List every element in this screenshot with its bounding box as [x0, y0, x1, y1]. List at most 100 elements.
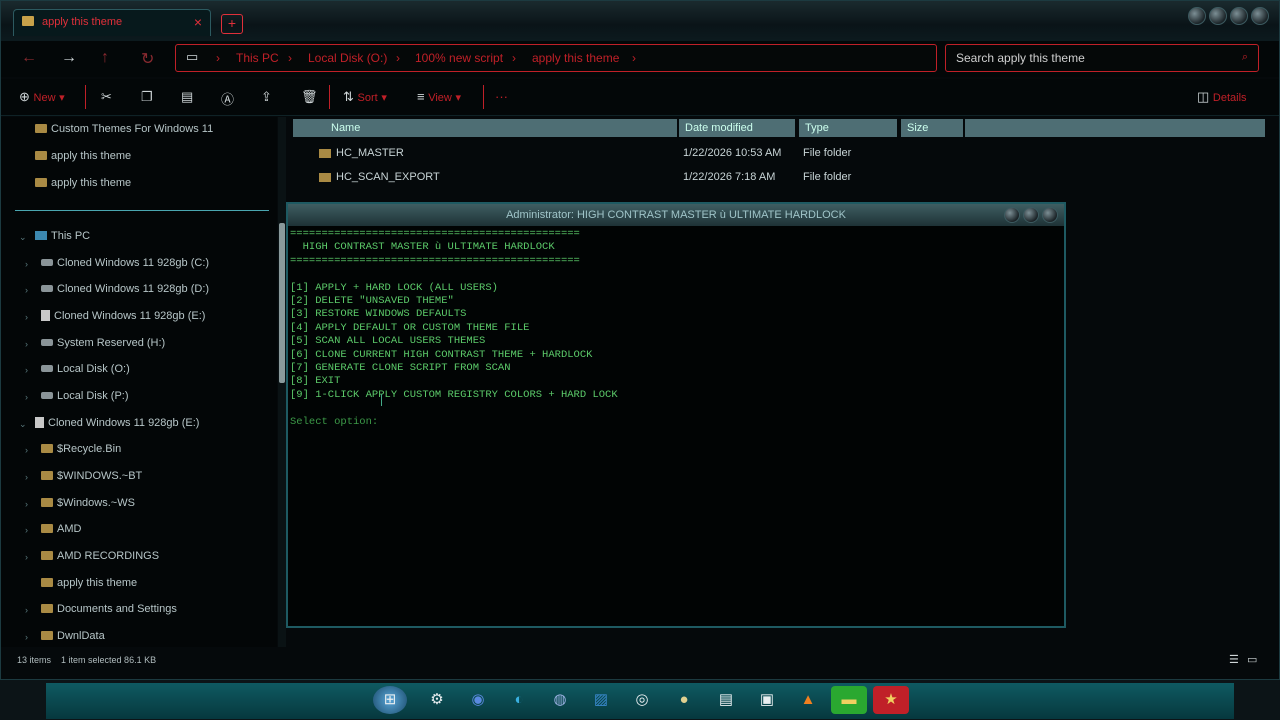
sidebar-item-folder[interactable]: $WINDOWS.~BT: [41, 470, 142, 488]
notepad-icon[interactable]: ▤: [708, 686, 744, 714]
sidebar-item-this-pc[interactable]: This PC: [35, 230, 90, 248]
back-arrow-icon[interactable]: ←: [21, 49, 37, 67]
column-header-size[interactable]: Size: [901, 119, 963, 137]
settings-icon[interactable]: ⚙: [419, 686, 455, 714]
breadcrumb-apply-this-theme[interactable]: apply this theme: [532, 51, 619, 65]
share-icon[interactable]: ⇪: [261, 89, 272, 105]
sidebar-item-drive[interactable]: Cloned Windows 11 928gb (D:): [41, 283, 209, 301]
sidebar-item-drive[interactable]: Local Disk (P:): [41, 390, 129, 408]
sidebar-item-folder[interactable]: $Windows.~WS: [41, 497, 135, 515]
explorer-icon[interactable]: ▬: [831, 686, 867, 714]
firefox-icon[interactable]: ◉: [460, 686, 496, 714]
new-tab-button[interactable]: +: [221, 14, 243, 34]
column-header-date[interactable]: Date modified: [679, 119, 795, 137]
chevron-right-icon[interactable]: ›: [25, 472, 28, 482]
sort-button[interactable]: ⇅ Sort ▾: [343, 89, 387, 105]
search-input[interactable]: Search apply this theme ⌕: [945, 44, 1259, 72]
sidebar-item-folder[interactable]: AMD: [41, 523, 81, 541]
obs-icon[interactable]: ◎: [624, 686, 660, 714]
breadcrumb-new-script[interactable]: 100% new script: [415, 51, 503, 65]
disc-icon[interactable]: ●: [666, 686, 702, 714]
sidebar-item[interactable]: apply this theme: [35, 150, 131, 168]
sidebar-item-drive[interactable]: System Reserved (H:): [41, 337, 165, 355]
minimize-button[interactable]: [1188, 7, 1206, 25]
delete-icon[interactable]: 🗑: [301, 89, 318, 105]
chevron-right-icon[interactable]: ›: [25, 525, 28, 535]
view-button[interactable]: ≡ View ▾: [417, 89, 461, 104]
sidebar-item-drive[interactable]: Cloned Windows 11 928gb (C:): [41, 257, 209, 275]
details-view-icon[interactable]: ☰: [1229, 653, 1239, 666]
sidebar-item-folder[interactable]: $Recycle.Bin: [41, 443, 121, 461]
chevron-down-icon[interactable]: ⌄: [19, 232, 27, 243]
tab-apply-this-theme[interactable]: apply this theme ×: [13, 9, 211, 36]
chevron-right-icon[interactable]: ›: [25, 552, 28, 562]
details-button[interactable]: ◫ Details: [1197, 89, 1247, 105]
sidebar-item-drive[interactable]: Cloned Windows 11 928gb (E:): [41, 310, 205, 328]
photos-icon[interactable]: ▨: [583, 686, 619, 714]
sidebar-item-folder[interactable]: DwnlData: [41, 630, 105, 648]
sidebar-item-folder[interactable]: AMD RECORDINGS: [41, 550, 159, 568]
minimize-button[interactable]: [1004, 207, 1020, 223]
chevron-right-icon[interactable]: ›: [25, 312, 28, 322]
close-button[interactable]: [1042, 207, 1058, 223]
new-button[interactable]: ⊕ New ▾: [19, 89, 65, 105]
maximize-button[interactable]: [1209, 7, 1227, 25]
chevron-right-icon[interactable]: ›: [25, 499, 28, 509]
sidebar-item[interactable]: apply this theme: [35, 177, 131, 195]
start-icon[interactable]: ⊞: [373, 686, 407, 714]
scrollbar-thumb[interactable]: [279, 223, 285, 383]
chevron-right-icon[interactable]: ›: [25, 285, 28, 295]
sidebar-item-folder[interactable]: apply this theme: [41, 577, 137, 595]
column-header-name[interactable]: Name: [293, 119, 677, 137]
column-header-type[interactable]: Type: [799, 119, 897, 137]
folder-icon: [41, 498, 53, 507]
chevron-right-icon[interactable]: ›: [25, 605, 28, 615]
chevron-right-icon[interactable]: ›: [25, 392, 28, 402]
extra-button[interactable]: [1251, 7, 1269, 25]
edge-icon[interactable]: ◐: [501, 686, 537, 714]
table-row[interactable]: HC_SCAN_EXPORT 1/22/2026 7:18 AM File fo…: [293, 167, 1265, 189]
star-icon[interactable]: ★: [873, 686, 909, 714]
paste-icon[interactable]: ▤: [181, 89, 193, 105]
close-button[interactable]: [1230, 7, 1248, 25]
sidebar-item-label: Custom Themes For Windows 11: [51, 123, 214, 135]
chat-icon[interactable]: ◍: [542, 686, 578, 714]
more-options-icon[interactable]: ···: [495, 89, 508, 104]
console-prompt[interactable]: Select option:: [290, 416, 385, 428]
column-header-filler: [965, 119, 1265, 137]
table-row[interactable]: HC_MASTER 1/22/2026 10:53 AM File folder: [293, 143, 1265, 165]
console-option: [1] APPLY + HARD LOCK (ALL USERS): [290, 281, 498, 294]
divider: [85, 85, 86, 109]
forward-arrow-icon[interactable]: →: [61, 49, 77, 67]
close-tab-icon[interactable]: ×: [194, 14, 202, 30]
console-window[interactable]: Administrator: HIGH CONTRAST MASTER ù UL…: [286, 202, 1066, 628]
console-option: [9] 1-CLICK APPLY CUSTOM REGISTRY COLORS…: [290, 388, 618, 401]
rename-icon[interactable]: Ⓐ: [221, 89, 234, 108]
tiles-view-icon[interactable]: ▭: [1247, 653, 1257, 666]
breadcrumb-local-disk[interactable]: Local Disk (O:): [308, 51, 387, 65]
chevron-right-icon[interactable]: ›: [25, 259, 28, 269]
chevron-down-icon[interactable]: ⌄: [19, 419, 27, 430]
sidebar-item-label: apply this theme: [51, 150, 132, 162]
sidebar-item[interactable]: Custom Themes For Windows 11: [35, 123, 213, 141]
app-icon[interactable]: ▣: [749, 686, 785, 714]
chevron-right-icon[interactable]: ›: [25, 339, 28, 349]
chevron-right-icon[interactable]: ›: [25, 632, 28, 642]
sidebar-item-drive-expanded[interactable]: Cloned Windows 11 928gb (E:): [35, 417, 199, 435]
chevron-right-icon[interactable]: ›: [25, 445, 28, 455]
sidebar-item-label: Cloned Windows 11 928gb (E:): [48, 417, 200, 429]
copy-icon[interactable]: ❐: [141, 89, 153, 105]
refresh-icon[interactable]: ↻: [141, 49, 154, 69]
sidebar-item-drive[interactable]: Local Disk (O:): [41, 363, 130, 381]
breadcrumb-this-pc[interactable]: This PC: [236, 51, 279, 65]
chevron-right-icon[interactable]: ›: [25, 365, 28, 375]
cut-icon[interactable]: ✂: [101, 89, 112, 105]
up-arrow-icon[interactable]: ↑: [101, 49, 109, 67]
maximize-button[interactable]: [1023, 207, 1039, 223]
command-bar: ⊕ New ▾ ✂ ❐ ▤ Ⓐ ⇪ 🗑 ⇅ Sort ▾ ≡ View ▾ ··…: [1, 79, 1279, 116]
folder-icon: [319, 149, 331, 158]
sidebar-item-folder[interactable]: Documents and Settings: [41, 603, 177, 621]
address-bar[interactable]: ▭ › This PC › Local Disk (O:) › 100% new…: [175, 44, 937, 72]
vlc-icon[interactable]: ▲: [790, 686, 826, 714]
sidebar-item-label: apply this theme: [57, 577, 138, 589]
